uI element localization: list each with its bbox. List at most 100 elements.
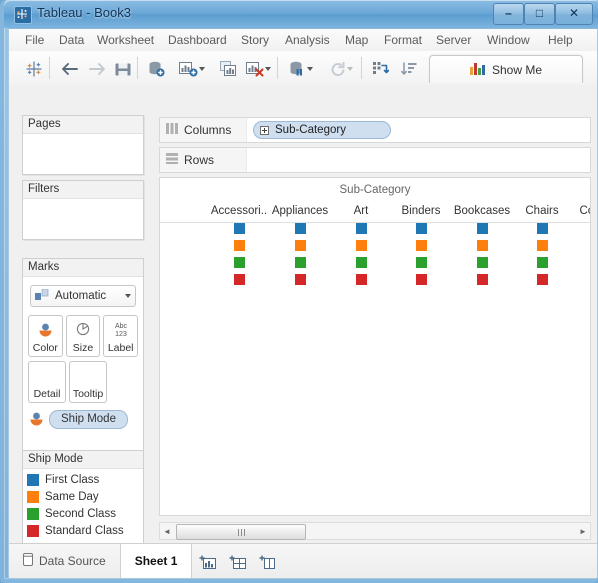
menu-item-map[interactable]: Map: [341, 32, 372, 48]
menu-item-format[interactable]: Format: [380, 32, 426, 48]
data-source-tab[interactable]: Data Source: [9, 544, 121, 578]
mark-square[interactable]: [537, 274, 548, 285]
mark-square[interactable]: [234, 240, 245, 251]
menu-item-data[interactable]: Data: [55, 32, 88, 48]
new-data-source-icon[interactable]: [142, 55, 170, 83]
horizontal-scrollbar[interactable]: ◄ ►: [159, 522, 591, 540]
color-shelf-button[interactable]: Color: [28, 315, 63, 357]
columns-shelf-label-group: Columns: [160, 118, 247, 142]
sheet-tab-sheet-1[interactable]: Sheet 1: [121, 544, 193, 578]
sheet-tab-bar: Data Source Sheet 1: [9, 543, 597, 578]
color-palette-icon: [37, 316, 54, 342]
columns-pill-sub-category[interactable]: Sub-Category: [253, 121, 391, 139]
menu-item-file[interactable]: File: [21, 32, 48, 48]
mark-square[interactable]: [356, 223, 367, 234]
menu-item-analysis[interactable]: Analysis: [281, 32, 334, 48]
legend-swatch: [27, 491, 39, 503]
new-story-button[interactable]: [252, 544, 282, 578]
mark-square[interactable]: [356, 257, 367, 268]
ship-mode-pill[interactable]: Ship Mode: [49, 410, 128, 429]
undo-icon[interactable]: [55, 55, 83, 83]
size-shelf-label: Size: [73, 342, 93, 354]
marks-color-pill-row: Ship Mode: [28, 410, 138, 429]
show-me-button[interactable]: Show Me: [429, 55, 583, 83]
duplicate-sheet-icon[interactable]: [214, 55, 242, 83]
scroll-right-arrow-icon[interactable]: ►: [576, 523, 590, 539]
mark-square[interactable]: [416, 223, 427, 234]
refresh-icon[interactable]: [324, 55, 358, 83]
tableau-home-icon[interactable]: [19, 55, 49, 83]
menu-item-server[interactable]: Server: [432, 32, 475, 48]
menu-item-dashboard[interactable]: Dashboard: [164, 32, 231, 48]
mark-square[interactable]: [356, 240, 367, 251]
close-icon[interactable]: ✕: [555, 3, 593, 25]
mark-square[interactable]: [477, 257, 488, 268]
mark-square[interactable]: [416, 240, 427, 251]
legend-item[interactable]: Standard Class: [27, 522, 143, 539]
columns-drop-area[interactable]: Sub-Category: [247, 118, 590, 142]
mark-square[interactable]: [477, 274, 488, 285]
mark-square[interactable]: [295, 257, 306, 268]
swap-rows-columns-icon[interactable]: [367, 55, 395, 83]
mark-square[interactable]: [477, 223, 488, 234]
new-worksheet-button[interactable]: [192, 544, 222, 578]
mark-square[interactable]: [477, 240, 488, 251]
mark-square[interactable]: [416, 274, 427, 285]
clear-sheet-icon[interactable]: [241, 55, 275, 83]
data-source-label: Data Source: [39, 554, 106, 568]
new-worksheet-icon[interactable]: [175, 55, 209, 83]
filters-card[interactable]: Filters: [22, 180, 144, 240]
mark-square[interactable]: [537, 257, 548, 268]
mark-type-dropdown[interactable]: Automatic: [30, 285, 136, 307]
mark-square[interactable]: [234, 223, 245, 234]
mark-square[interactable]: [295, 240, 306, 251]
mark-square[interactable]: [234, 257, 245, 268]
mark-type-icon: [35, 289, 49, 303]
tooltip-shelf-label: Tooltip: [73, 388, 103, 400]
sort-descending-icon[interactable]: [395, 55, 423, 83]
legend-item[interactable]: Second Class: [27, 505, 143, 522]
maximize-icon[interactable]: □: [524, 3, 555, 25]
tooltip-shelf-button[interactable]: Tooltip: [69, 361, 107, 403]
plus-box-icon[interactable]: [260, 126, 269, 135]
pages-card[interactable]: Pages: [22, 115, 144, 175]
view-canvas[interactable]: Sub-Category Accessori..AppliancesArtBin…: [159, 177, 591, 516]
legend-item[interactable]: Same Day: [27, 488, 143, 505]
save-icon[interactable]: [109, 55, 137, 83]
chevron-down-icon[interactable]: [199, 67, 205, 71]
mark-square[interactable]: [537, 240, 548, 251]
label-shelf-button[interactable]: Abc 123 Label: [103, 315, 138, 357]
rows-drop-area[interactable]: [247, 148, 590, 172]
rows-shelf[interactable]: Rows: [159, 147, 591, 173]
detail-shelf-button[interactable]: Detail: [28, 361, 66, 403]
minimize-icon[interactable]: –: [493, 3, 524, 25]
column-header[interactable]: Cop: [546, 202, 591, 220]
legend-label: Standard Class: [45, 525, 124, 537]
chevron-down-icon[interactable]: [307, 67, 313, 71]
chevron-down-icon[interactable]: [347, 67, 353, 71]
mark-square[interactable]: [295, 223, 306, 234]
size-shelf-button[interactable]: Size: [66, 315, 101, 357]
client-area: File Data Worksheet Dashboard Story Analysis M…: [8, 28, 598, 579]
mark-square[interactable]: [295, 274, 306, 285]
chevron-down-icon[interactable]: [265, 67, 271, 71]
scrollbar-track[interactable]: [174, 523, 576, 539]
mark-square[interactable]: [537, 223, 548, 234]
redo-icon[interactable]: [83, 55, 111, 83]
menu-item-window[interactable]: Window: [483, 32, 534, 48]
mark-square[interactable]: [416, 257, 427, 268]
columns-shelf[interactable]: Columns Sub-Category: [159, 117, 591, 143]
scroll-left-arrow-icon[interactable]: ◄: [160, 523, 174, 539]
menu-item-worksheet[interactable]: Worksheet: [93, 32, 158, 48]
menu-item-story[interactable]: Story: [237, 32, 273, 48]
scrollbar-thumb[interactable]: [176, 524, 306, 540]
chevron-down-icon[interactable]: [125, 294, 131, 298]
application-window: Tableau - Book3 – □ ✕ FileDataWorksheetD…: [0, 0, 598, 583]
new-dashboard-button[interactable]: [222, 544, 252, 578]
legend-item[interactable]: First Class: [27, 471, 143, 488]
menu-item-help[interactable]: Help: [544, 32, 577, 48]
mark-square[interactable]: [356, 274, 367, 285]
mark-square[interactable]: [234, 274, 245, 285]
pause-updates-icon[interactable]: [284, 55, 318, 83]
legend-label: Second Class: [45, 508, 116, 520]
